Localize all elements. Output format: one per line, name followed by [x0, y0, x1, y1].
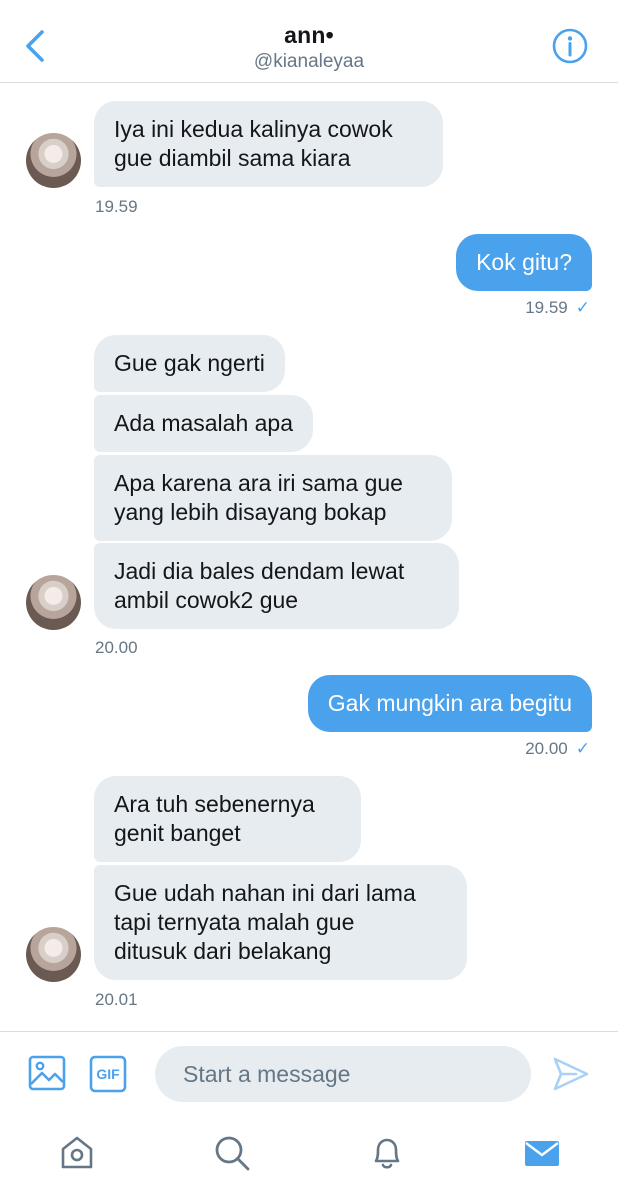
tab-notifications[interactable]	[365, 1131, 409, 1175]
message-bubble-incoming[interactable]: Ara tuh sebenernya genit banget	[94, 776, 361, 862]
search-icon	[215, 1136, 250, 1171]
tab-messages[interactable]	[520, 1131, 564, 1175]
message-bubble-incoming[interactable]: Jadi dia bales dendam lewat ambil cowok2…	[94, 543, 459, 629]
message-bubble-incoming[interactable]: Gue gak ngerti	[94, 335, 285, 392]
add-image-button[interactable]	[28, 1054, 66, 1092]
message-input[interactable]	[155, 1046, 531, 1102]
tab-search[interactable]	[210, 1131, 254, 1175]
avatar[interactable]	[26, 575, 81, 630]
info-icon	[552, 28, 588, 64]
conversation-title[interactable]: ann• @kianaleyaa	[0, 20, 618, 74]
bottom-tab-bar	[0, 1115, 618, 1200]
avatar[interactable]	[26, 927, 81, 982]
message-time: 19.59	[525, 298, 568, 317]
mail-icon	[525, 1141, 559, 1166]
message-timestamp: 20.00	[95, 638, 138, 657]
compose-bar: GIF	[0, 1031, 618, 1115]
add-gif-button[interactable]: GIF	[89, 1055, 127, 1093]
message-bubble-incoming[interactable]: Gue udah nahan ini dari lama tapi ternya…	[94, 865, 467, 980]
image-icon	[28, 1055, 66, 1091]
message-timestamp: 20.01	[95, 990, 138, 1009]
bell-icon	[374, 1138, 400, 1169]
read-check-icon: ✓	[575, 739, 590, 758]
message-bubble-incoming[interactable]: Iya ini kedua kalinya cowok gue diambil …	[94, 101, 443, 187]
message-timestamp: 19.59	[95, 197, 138, 216]
avatar[interactable]	[26, 133, 81, 188]
conversation-header: ann• @kianaleyaa	[0, 0, 618, 83]
message-bubble-incoming[interactable]: Apa karena ara iri sama gue yang lebih d…	[94, 455, 452, 541]
contact-name: ann•	[284, 22, 334, 48]
message-bubble-incoming[interactable]: Ada masalah apa	[94, 395, 314, 452]
send-icon	[553, 1057, 589, 1091]
message-timestamp: 20.00 ✓	[525, 738, 590, 760]
info-button[interactable]	[552, 28, 588, 64]
message-time: 20.00	[525, 739, 568, 758]
contact-handle: @kianaleyaa	[253, 51, 365, 72]
home-icon	[61, 1136, 93, 1169]
send-button[interactable]	[552, 1056, 590, 1092]
read-check-icon: ✓	[575, 298, 590, 317]
tab-home[interactable]	[55, 1131, 99, 1175]
message-timestamp: 19.59 ✓	[525, 297, 590, 319]
gif-label: GIF	[96, 1066, 120, 1082]
message-bubble-outgoing[interactable]: Gak mungkin ara begitu	[307, 675, 592, 732]
message-bubble-outgoing[interactable]: Kok gitu?	[456, 234, 592, 291]
